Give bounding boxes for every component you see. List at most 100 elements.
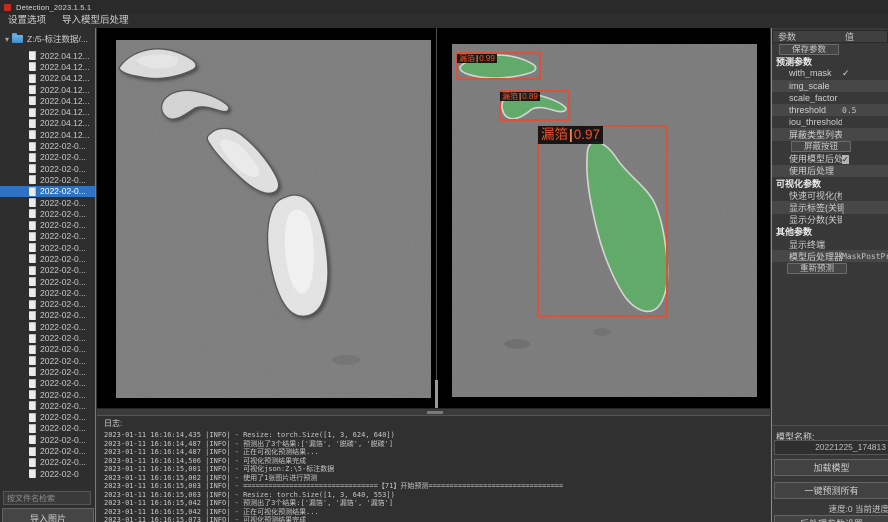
tree-root-label: Z:/5-标注数据/...	[27, 33, 88, 45]
file-item[interactable]: 2022.04.12...	[0, 129, 96, 140]
block-types-button[interactable]: 屏蔽按钮	[791, 141, 851, 152]
param-table-header: 参数 值	[772, 30, 888, 43]
file-icon	[29, 390, 36, 399]
file-item[interactable]: 2022-02-0...	[0, 253, 96, 264]
param-header-value: 值	[845, 30, 854, 43]
param-row-threshold[interactable]: threshold 0.5	[772, 104, 888, 116]
pane-splitter-handle[interactable]	[435, 380, 438, 408]
checkmark-icon[interactable]: ✓	[842, 68, 886, 79]
file-item[interactable]: 2022.04.12...	[0, 118, 96, 129]
log-lines: 2023-01-11 16:16:14,435 |INFO| - Resize:…	[104, 431, 770, 522]
log-line: 2023-01-11 16:16:14,435 |INFO| - Resize:…	[104, 431, 770, 440]
scrollbar-thumb[interactable]	[427, 411, 443, 414]
file-item[interactable]: 2022-02-0...	[0, 242, 96, 253]
file-item[interactable]: 2022-02-0...	[0, 208, 96, 219]
log-line: 2023-01-11 16:16:15,042 |INFO| - 预测出了3个结…	[104, 499, 770, 508]
param-row-with-mask[interactable]: with_mask ✓	[772, 67, 888, 79]
file-item[interactable]: 2022-02-0...	[0, 231, 96, 242]
tree-root-folder[interactable]: ▾ Z:/5-标注数据/...	[0, 31, 95, 47]
checkbox-checked[interactable]: ✓	[842, 155, 849, 164]
file-icon	[29, 322, 36, 331]
menu-settings[interactable]: 设置选项	[0, 14, 54, 28]
file-item[interactable]: 2022-02-0	[0, 468, 96, 479]
file-item[interactable]: 2022-02-0...	[0, 140, 96, 151]
repredict-button[interactable]: 重新预测	[787, 263, 847, 274]
detection-box-3[interactable]	[537, 125, 668, 317]
horizontal-scrollbar[interactable]	[97, 408, 770, 415]
file-icon	[29, 345, 36, 354]
param-row-use-model-post[interactable]: 使用模型后处理 ✓	[772, 153, 888, 165]
file-item[interactable]: 2022-02-0...	[0, 366, 96, 377]
param-row-use-post[interactable]: 使用后处理	[772, 165, 888, 177]
file-item[interactable]: 2022-02-0...	[0, 412, 96, 423]
file-list: 2022.04.12... 2022.04.12... 2022.04.12..…	[0, 50, 96, 490]
file-item[interactable]: 2022.04.12...	[0, 61, 96, 72]
file-item[interactable]: 2022-02-0...	[0, 174, 96, 185]
file-item[interactable]: 2022-02-0...	[0, 400, 96, 411]
file-item[interactable]: 2022-02-0...	[0, 152, 96, 163]
file-item[interactable]: 2022.04.12...	[0, 106, 96, 117]
file-item[interactable]: 2022-02-0...	[0, 423, 96, 434]
file-icon	[29, 175, 36, 184]
file-item[interactable]: 2022-02-0...	[0, 344, 96, 355]
log-title: 日志:	[104, 418, 770, 429]
file-item[interactable]: 2022-02-0...	[0, 310, 96, 321]
param-row-quick-vis[interactable]: 快速可视化(检测)	[772, 189, 888, 201]
app-logo-icon	[4, 4, 11, 11]
postprocess-settings-button[interactable]: 后处理参数设置	[774, 515, 888, 522]
param-row-show-terminal[interactable]: 显示终端	[772, 238, 888, 250]
file-item[interactable]: 2022-02-0...	[0, 299, 96, 310]
file-item[interactable]: 2022-02-0...	[0, 276, 96, 287]
detection-label-3: 漏箔|0.97	[538, 126, 603, 144]
file-icon	[29, 379, 36, 388]
file-item[interactable]: 2022-02-0...	[0, 332, 96, 343]
pane-splitter[interactable]	[436, 28, 437, 408]
file-item[interactable]: 2022.04.12...	[0, 84, 96, 95]
filename-search-input[interactable]	[3, 491, 91, 505]
file-item[interactable]: 2022.04.12...	[0, 95, 96, 106]
file-item[interactable]: 2022-02-0...	[0, 287, 96, 298]
checkbox-unchecked[interactable]	[842, 203, 844, 214]
file-item[interactable]: 2022-02-0...	[0, 197, 96, 208]
chevron-down-icon[interactable]: ▾	[5, 35, 9, 44]
file-item[interactable]: 2022-02-0...	[0, 163, 96, 174]
menu-import-postprocess[interactable]: 导入模型后处理	[54, 14, 137, 28]
file-item[interactable]: 2022.04.12...	[0, 50, 96, 61]
model-name-field[interactable]: 20221225_174813	[774, 440, 888, 455]
file-icon	[29, 367, 36, 376]
file-item[interactable]: 2022-02-0...	[0, 457, 96, 468]
param-row-show-label[interactable]: 显示标签(关键点)	[772, 201, 888, 213]
file-icon	[29, 153, 36, 162]
param-row-block-list[interactable]: 屏蔽类型列表	[772, 128, 888, 140]
file-icon	[29, 130, 36, 139]
file-item[interactable]: 2022-02-0...	[0, 445, 96, 456]
file-icon	[29, 96, 36, 105]
file-icon	[29, 424, 36, 433]
image-viewer-area: 漏箔|0.99 漏箔|0.89 漏箔|0.97	[97, 28, 770, 408]
title-bar: Detection_2023.1.5.1	[0, 0, 888, 14]
raw-image-canvas[interactable]	[116, 40, 431, 398]
file-icon	[29, 221, 36, 230]
file-item[interactable]: 2022.04.12...	[0, 73, 96, 84]
file-item[interactable]: 2022-02-0...	[0, 219, 96, 230]
file-item[interactable]: 2022-02-0...	[0, 265, 96, 276]
file-icon	[29, 254, 36, 263]
predict-all-button[interactable]: 一键预测所有	[774, 482, 888, 499]
file-item[interactable]: 2022-02-0...	[0, 186, 96, 197]
file-item[interactable]: 2022-02-0...	[0, 378, 96, 389]
param-row-img-scale[interactable]: img_scale	[772, 80, 888, 92]
import-image-button[interactable]: 导入图片	[2, 508, 94, 522]
param-row-show-score[interactable]: 显示分数(关键点)	[772, 214, 888, 226]
file-item[interactable]: 2022-02-0...	[0, 389, 96, 400]
detection-label-1: 漏箔|0.99	[457, 54, 497, 63]
param-row-post-processor[interactable]: 模型后处理器 MaskPostPro	[772, 250, 888, 262]
file-item[interactable]: 2022-02-0...	[0, 321, 96, 332]
param-row-scale-factor[interactable]: scale_factor	[772, 92, 888, 104]
file-item[interactable]: 2022-02-0...	[0, 434, 96, 445]
file-icon	[29, 108, 36, 117]
param-row-iou-threshold[interactable]: iou_threshold	[772, 116, 888, 128]
save-params-button[interactable]: 保存参数	[779, 44, 839, 55]
load-model-button[interactable]: 加载模型	[774, 459, 888, 476]
file-item[interactable]: 2022-02-0...	[0, 355, 96, 366]
file-icon	[29, 266, 36, 275]
